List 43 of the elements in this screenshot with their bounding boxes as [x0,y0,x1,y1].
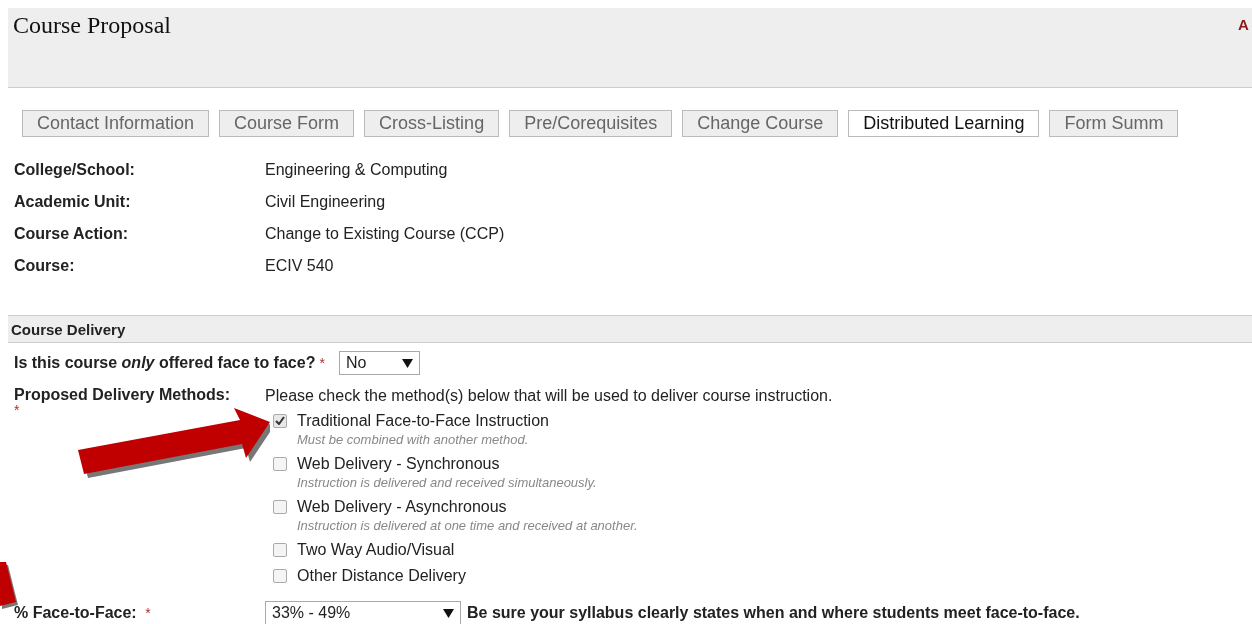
checkbox-label: Web Delivery - Asynchronous [297,497,507,517]
tab[interactable]: Change Course [682,110,839,137]
tab[interactable]: Form Summ [1049,110,1179,137]
checkbox[interactable] [273,499,287,514]
caret-icon [443,608,454,618]
checkbox[interactable] [273,568,287,583]
header-link[interactable]: A [1238,16,1252,33]
field-label: Course Action: [14,224,129,244]
hint-text: Must be combined with another method. [297,431,530,448]
required-marker: * [145,605,151,621]
tab[interactable]: Cross-Listing [364,110,500,137]
checkbox-label: Two Way Audio/Visual [297,540,455,560]
note-text: Be sure your syllabus clearly states when and where students meet face-to-face. [467,604,1080,622]
page-title: Course Proposal [13,12,171,39]
required-marker: * [319,355,325,371]
tab[interactable]: Distributed Learning [848,110,1040,137]
checkbox-label: Web Delivery - Synchronous [297,454,500,474]
tab[interactable]: Contact Information [22,110,210,137]
tab[interactable]: Pre/Corequisites [509,110,673,137]
question-label: Is this course only offered face to face? [14,354,316,372]
field-label: % Face-to-Face: [14,604,137,621]
instruction-text: Please check the method(s) below that will be used to deliver course instruction. [265,386,833,406]
checkbox-label: Other Distance Delivery [297,566,466,586]
hint-text: Instruction is delivered at one time and received at another. [297,517,639,534]
hint-text: Instruction is delivered and received simultaneously. [297,474,598,491]
field-value: Engineering & Computing [265,160,448,180]
field-value: ECIV 540 [265,256,334,276]
field-label: Course: [14,256,75,276]
section-title: Course Delivery [11,320,126,338]
tab[interactable]: Course Form [219,110,355,137]
field-label: Proposed Delivery Methods: [14,386,231,403]
field-label: College/School: [14,160,135,180]
caret-icon [401,358,413,368]
dropdown[interactable]: 33% - 49% [265,601,461,624]
required-marker: * [14,404,20,416]
dropdown[interactable]: No [338,351,420,375]
checkbox-label: Traditional Face-to-Face Instruction [297,411,549,431]
field-value: Civil Engineering [265,192,386,212]
field-value: Change to Existing Course (CCP) [265,224,505,244]
checkbox[interactable] [273,456,287,471]
checkbox[interactable] [273,413,287,428]
field-label: Academic Unit: [14,192,131,212]
checkbox[interactable] [273,542,287,557]
